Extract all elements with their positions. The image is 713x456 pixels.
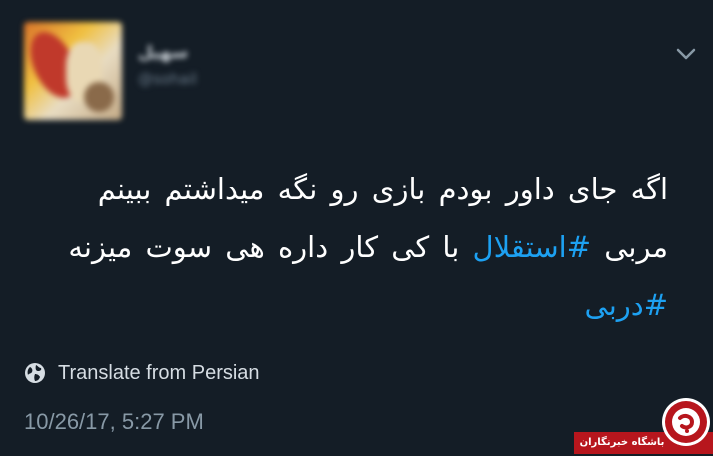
tweet-text-line-1: اگه جای داور بودم بازی رو نگه میداشتم بب… (97, 172, 668, 206)
tweet-text-line-2: مربی #استقلال با کی کار داره هی سوت میزن… (20, 218, 668, 276)
translate-label[interactable]: Translate from Persian (58, 362, 260, 385)
hashtag-esteghlal-link[interactable]: #استقلال (473, 230, 591, 264)
tweet-text-line-3: #دربی (20, 276, 668, 334)
tweet-text-word: مربی (591, 230, 668, 264)
timestamp[interactable]: 10/26/17, 5:27 PM (24, 408, 204, 436)
watermark: باشگاه خبرنگاران (574, 392, 713, 456)
watermark-logo-icon (660, 396, 712, 448)
user-handle: @sohail (138, 70, 198, 88)
globe-icon (24, 362, 46, 384)
watermark-text: باشگاه خبرنگاران (579, 437, 665, 448)
translate-link[interactable]: Translate from Persian (24, 359, 260, 387)
avatar[interactable] (24, 22, 122, 120)
tweet-text: اگه جای داور بودم بازی رو نگه میداشتم بب… (20, 160, 668, 334)
chevron-down-icon[interactable] (672, 42, 700, 66)
hashtag-derby-link[interactable]: #دربی (585, 288, 668, 322)
user-info[interactable]: سهیل @sohail (138, 42, 197, 90)
display-name[interactable]: سهیل (138, 42, 197, 64)
tweet-text-word: با کی کار داره هی سوت میزنه (68, 230, 473, 264)
tweet-card: سهیل @sohail اگه جای داور بودم بازی رو ن… (0, 0, 713, 456)
